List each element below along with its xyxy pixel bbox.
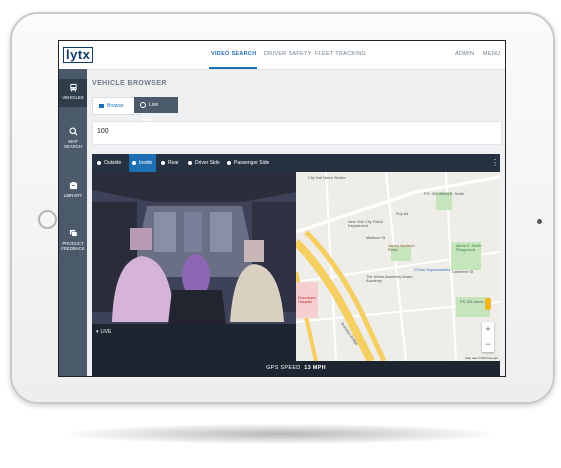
map-label: Roy Ad xyxy=(396,212,409,216)
video-camera-icon xyxy=(99,103,104,108)
menu-link[interactable]: MENU xyxy=(483,51,500,57)
camera-tab-passenger-side[interactable]: Passenger Side xyxy=(224,154,275,172)
gps-speed-value: 13 MPH xyxy=(304,365,326,371)
map-label: P.S. 001 Alfred E. Smith xyxy=(424,192,465,196)
map-label: The Urban Assembly Maker Academy xyxy=(366,275,413,283)
home-button[interactable] xyxy=(38,210,57,229)
map-label: Catherine St xyxy=(452,270,474,274)
sidebar-item-product-feedback[interactable]: PRODUCT FEEDBACK xyxy=(59,229,87,251)
camera-tab-rear[interactable]: Rear xyxy=(158,154,183,172)
zoom-out-button[interactable]: − xyxy=(482,337,494,352)
map-label: Downtown Hospital xyxy=(298,296,316,304)
radio-icon xyxy=(97,160,101,165)
vehicle-search-field[interactable]: 100 xyxy=(92,121,502,145)
camera-tab-label: Driver Side xyxy=(195,160,220,166)
sidebar-label: PRODUCT FEEDBACK xyxy=(61,241,85,251)
map-label: PS 126 Jacob Riis xyxy=(460,300,492,304)
browse-label: Browse xyxy=(107,103,124,109)
tablet-shadow xyxy=(70,424,490,444)
lytx-logo[interactable]: lytx xyxy=(63,47,94,63)
front-camera xyxy=(537,219,542,224)
sidebar-item-library[interactable]: LIBRARY xyxy=(59,181,87,198)
map-label: New York City Police Department xyxy=(348,220,384,228)
live-status: ▾ LIVE xyxy=(96,329,111,335)
sidebar: VEHICLES MAP SEARCH LIBRARY PRODUCT FEED… xyxy=(59,69,87,376)
map-zoom-control: + − xyxy=(482,322,494,352)
camera-tab-outside[interactable]: Outside xyxy=(94,154,127,172)
radio-icon xyxy=(161,160,165,165)
live-signal-icon xyxy=(140,101,146,108)
main-content: VEHICLE BROWSER Browse Live (beta) 100 O… xyxy=(87,69,505,376)
map-labels: City Hall Metro Station New York City Po… xyxy=(296,172,500,361)
camera-tab-bar: Outside Inside Rear Driver Side Passenge… xyxy=(92,154,500,172)
live-beta-button[interactable]: Live (beta) xyxy=(134,97,178,124)
camera-tab-label: Passenger Side xyxy=(234,160,270,166)
radio-icon xyxy=(132,160,136,165)
zoom-in-button[interactable]: + xyxy=(482,322,494,337)
sidebar-item-vehicles[interactable]: VEHICLES xyxy=(59,79,87,107)
more-options-icon[interactable]: ⋮ xyxy=(491,158,499,168)
camera-tab-label: Rear xyxy=(168,160,179,166)
map-label: Alfred E. Smith Playground xyxy=(456,244,482,252)
map-credit: Map data ©2019 Google xyxy=(465,356,498,360)
sidebar-label: MAP SEARCH xyxy=(64,139,82,149)
map-label: CTown Supermarkets xyxy=(414,268,451,272)
bus-icon xyxy=(59,83,87,94)
tab-driver-safety[interactable]: DRIVER SAFETY xyxy=(264,51,312,57)
video-feed[interactable] xyxy=(92,172,296,324)
sidebar-item-map-search[interactable]: MAP SEARCH xyxy=(59,127,87,149)
browse-button[interactable]: Browse xyxy=(92,97,140,115)
camera-tab-label: Inside xyxy=(139,160,153,166)
cabin-video-frame xyxy=(92,172,296,324)
admin-link[interactable]: ADMIN xyxy=(455,51,474,57)
map-label: City Hall Metro Station xyxy=(308,176,346,180)
radio-icon xyxy=(227,160,231,165)
map-label: James Madison Plaza xyxy=(388,244,415,252)
app-screen: lytx VIDEO SEARCH DRIVER SAFETY FLEET TR… xyxy=(58,40,506,377)
gps-speed-label: GPS SPEED xyxy=(266,365,301,371)
pegman-icon[interactable] xyxy=(485,298,491,310)
gps-speed: GPS SPEED 13 MPH xyxy=(92,365,500,371)
live-status-row: ▾ LIVE xyxy=(92,324,296,361)
tab-fleet-tracking[interactable]: FLEET TRACKING xyxy=(315,51,366,57)
sidebar-label: VEHICLES xyxy=(62,95,84,100)
map-label: Brooklyn Bridge xyxy=(340,321,359,347)
camera-tab-inside[interactable]: Inside xyxy=(129,154,156,172)
top-nav: lytx VIDEO SEARCH DRIVER SAFETY FLEET TR… xyxy=(59,41,505,70)
chevron-icon: ▾ xyxy=(96,329,99,335)
page-title: VEHICLE BROWSER xyxy=(92,80,167,87)
tab-video-search[interactable]: VIDEO SEARCH xyxy=(211,51,256,57)
map-label: Madison St xyxy=(366,236,385,240)
camera-tab-label: Outside xyxy=(104,160,122,166)
map-view[interactable]: City Hall Metro Station New York City Po… xyxy=(296,172,500,361)
gps-speed-bar: GPS SPEED 13 MPH xyxy=(92,361,500,376)
folder-icon xyxy=(59,181,87,192)
live-text: LIVE xyxy=(100,329,112,335)
vehicle-search-value: 100 xyxy=(97,128,109,135)
radio-icon xyxy=(188,160,192,165)
search-icon xyxy=(59,127,87,138)
camera-tab-driver-side[interactable]: Driver Side xyxy=(185,154,222,172)
chat-icon xyxy=(59,229,87,240)
sidebar-label: LIBRARY xyxy=(63,193,83,198)
